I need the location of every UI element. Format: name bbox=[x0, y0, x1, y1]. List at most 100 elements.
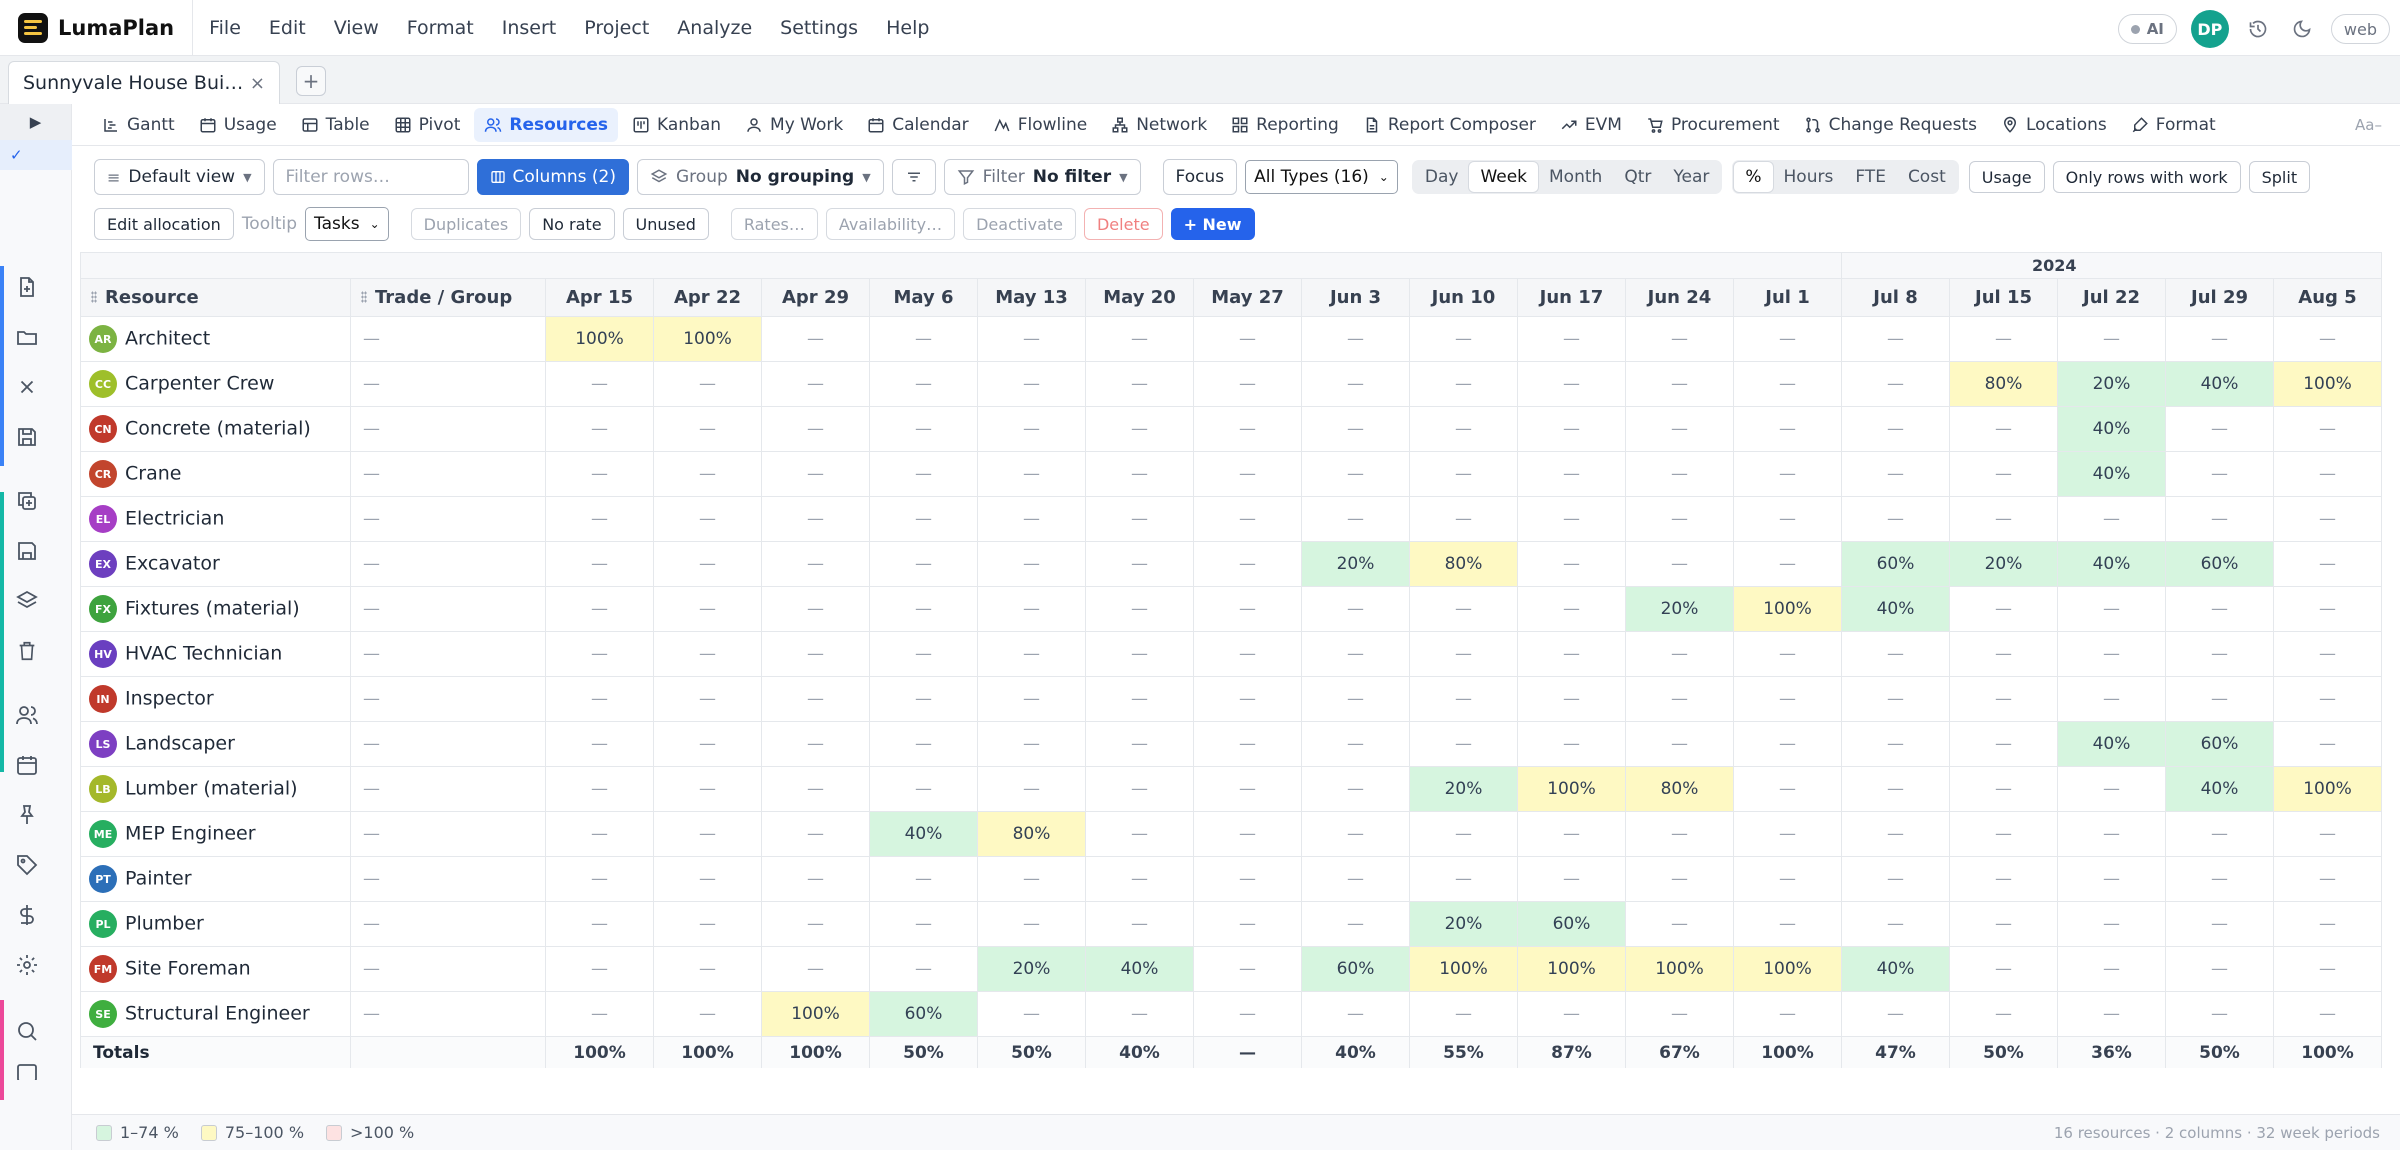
dark-mode-icon[interactable] bbox=[2287, 14, 2317, 44]
allocation-cell[interactable]: — bbox=[2057, 946, 2166, 992]
allocation-cell[interactable]: — bbox=[545, 541, 654, 587]
allocation-cell[interactable]: — bbox=[1733, 676, 1842, 722]
allocation-cell[interactable]: — bbox=[2165, 856, 2274, 902]
allocation-cell[interactable]: — bbox=[2165, 451, 2274, 497]
allocation-cell[interactable]: 40% bbox=[2057, 406, 2166, 452]
trade-cell[interactable]: — bbox=[350, 451, 546, 497]
allocation-cell[interactable]: 100% bbox=[1625, 946, 1734, 992]
allocation-cell[interactable]: — bbox=[1085, 496, 1194, 542]
allocation-cell[interactable]: — bbox=[869, 361, 978, 407]
allocation-cell[interactable]: 60% bbox=[1517, 901, 1626, 947]
ai-toggle[interactable]: AI bbox=[2117, 14, 2177, 44]
allocation-cell[interactable]: — bbox=[1733, 991, 1842, 1037]
allocation-cell[interactable]: 80% bbox=[1409, 541, 1518, 587]
allocation-cell[interactable]: — bbox=[1193, 991, 1302, 1037]
allocation-cell[interactable]: — bbox=[2165, 586, 2274, 632]
allocation-cell[interactable]: — bbox=[1949, 811, 2058, 857]
resource-name-cell[interactable]: IN Inspector bbox=[80, 676, 351, 722]
trash-icon[interactable] bbox=[10, 634, 44, 668]
allocation-cell[interactable]: — bbox=[1085, 856, 1194, 902]
allocation-cell[interactable]: — bbox=[1625, 631, 1734, 677]
allocation-cell[interactable]: — bbox=[1193, 676, 1302, 722]
resource-row[interactable]: FX Fixtures (material) — — — — — — — — — — —20% 100% 4… bbox=[80, 586, 2382, 632]
allocation-cell[interactable]: — bbox=[1733, 721, 1842, 767]
allocation-cell[interactable]: — bbox=[1733, 496, 1842, 542]
allocation-cell[interactable]: — bbox=[2057, 811, 2166, 857]
resource-name-cell[interactable]: EX Excavator bbox=[80, 541, 351, 587]
tooltip-select[interactable]: Tasks ⌄ bbox=[305, 207, 389, 241]
allocation-cell[interactable]: — bbox=[1193, 361, 1302, 407]
allocation-cell[interactable]: — bbox=[869, 676, 978, 722]
resource-row[interactable]: CR Crane — — — — — — — — — — — — — — —40% — — bbox=[80, 451, 2382, 497]
allocation-cell[interactable]: — bbox=[653, 991, 762, 1037]
allocation-cell[interactable]: — bbox=[1085, 586, 1194, 632]
allocation-cell[interactable]: — bbox=[1733, 631, 1842, 677]
allocation-cell[interactable]: — bbox=[1301, 406, 1410, 452]
allocation-cell[interactable]: — bbox=[1733, 811, 1842, 857]
allocation-cell[interactable]: — bbox=[1733, 316, 1842, 362]
allocation-cell[interactable]: — bbox=[1085, 901, 1194, 947]
resource-name-cell[interactable]: CN Concrete (material) bbox=[80, 406, 351, 452]
resource-name-cell[interactable]: PL Plumber bbox=[80, 901, 351, 947]
filter-select[interactable]: Filter No filter ▼ bbox=[943, 159, 1141, 195]
allocation-cell[interactable]: — bbox=[1193, 766, 1302, 812]
allocation-cell[interactable]: — bbox=[653, 811, 762, 857]
menu-edit[interactable]: Edit bbox=[269, 17, 306, 39]
rates-button[interactable]: Rates… bbox=[730, 208, 818, 240]
tab-flowline[interactable]: Flowline bbox=[983, 108, 1098, 142]
allocation-cell[interactable]: — bbox=[761, 361, 870, 407]
allocation-cell[interactable]: — bbox=[761, 946, 870, 992]
allocation-cell[interactable]: — bbox=[2057, 496, 2166, 542]
allocation-cell[interactable]: — bbox=[2273, 451, 2382, 497]
allocation-cell[interactable]: — bbox=[2057, 676, 2166, 722]
allocation-cell[interactable]: 100% bbox=[1409, 946, 1518, 992]
allocation-cell[interactable]: — bbox=[2057, 631, 2166, 677]
allocation-cell[interactable]: — bbox=[653, 676, 762, 722]
allocation-cell[interactable]: — bbox=[1085, 631, 1194, 677]
allocation-cell[interactable]: — bbox=[1085, 361, 1194, 407]
allocation-cell[interactable]: — bbox=[1085, 541, 1194, 587]
allocation-cell[interactable]: — bbox=[653, 406, 762, 452]
allocation-cell[interactable]: — bbox=[1301, 361, 1410, 407]
allocation-cell[interactable]: — bbox=[1517, 451, 1626, 497]
settings-gear-icon[interactable] bbox=[10, 948, 44, 982]
allocation-cell[interactable]: — bbox=[545, 361, 654, 407]
allocation-cell[interactable]: — bbox=[1733, 541, 1842, 587]
allocation-cell[interactable]: — bbox=[1733, 451, 1842, 497]
save-as-icon[interactable] bbox=[10, 534, 44, 568]
allocation-cell[interactable]: — bbox=[1625, 676, 1734, 722]
allocation-cell[interactable]: — bbox=[2057, 991, 2166, 1037]
allocation-cell[interactable]: — bbox=[1733, 406, 1842, 452]
allocation-cell[interactable]: — bbox=[1301, 721, 1410, 767]
allocation-cell[interactable]: — bbox=[869, 316, 978, 362]
allocation-cell[interactable]: — bbox=[977, 856, 1086, 902]
allocation-cell[interactable]: — bbox=[653, 856, 762, 902]
allocation-cell[interactable]: 80% bbox=[1625, 766, 1734, 812]
search-icon[interactable] bbox=[10, 1014, 44, 1048]
allocation-cell[interactable]: — bbox=[761, 676, 870, 722]
allocation-cell[interactable]: 40% bbox=[2165, 361, 2274, 407]
allocation-cell[interactable]: — bbox=[2273, 901, 2382, 947]
allocation-cell[interactable]: — bbox=[761, 856, 870, 902]
allocation-cell[interactable]: — bbox=[1949, 901, 2058, 947]
allocation-cell[interactable]: — bbox=[2273, 316, 2382, 362]
allocation-cell[interactable]: — bbox=[1625, 406, 1734, 452]
resource-name-cell[interactable]: LB Lumber (material) bbox=[80, 766, 351, 812]
resource-row[interactable]: PT Painter — — — — — — — — — — — — — — — — — — bbox=[80, 856, 2382, 902]
allocation-cell[interactable]: 20% bbox=[1301, 541, 1410, 587]
resource-name-cell[interactable]: ME MEP Engineer bbox=[80, 811, 351, 857]
allocation-cell[interactable]: — bbox=[1625, 901, 1734, 947]
drag-handle-icon[interactable] bbox=[361, 291, 367, 303]
resource-name-cell[interactable]: PT Painter bbox=[80, 856, 351, 902]
resource-row[interactable]: LS Landscaper — — — — — — — — — — — — — — —40% 60% — bbox=[80, 721, 2382, 767]
allocation-cell[interactable]: — bbox=[1517, 676, 1626, 722]
allocation-cell[interactable]: — bbox=[1193, 811, 1302, 857]
allocation-cell[interactable]: — bbox=[977, 991, 1086, 1037]
unused-button[interactable]: Unused bbox=[622, 208, 709, 240]
allocation-cell[interactable]: — bbox=[1193, 721, 1302, 767]
allocation-cell[interactable]: — bbox=[545, 631, 654, 677]
allocation-cell[interactable]: — bbox=[1085, 451, 1194, 497]
allocation-cell[interactable]: — bbox=[1193, 856, 1302, 902]
view-select[interactable]: ≡ Default view ▼ bbox=[94, 159, 265, 195]
allocation-cell[interactable]: — bbox=[2057, 316, 2166, 362]
